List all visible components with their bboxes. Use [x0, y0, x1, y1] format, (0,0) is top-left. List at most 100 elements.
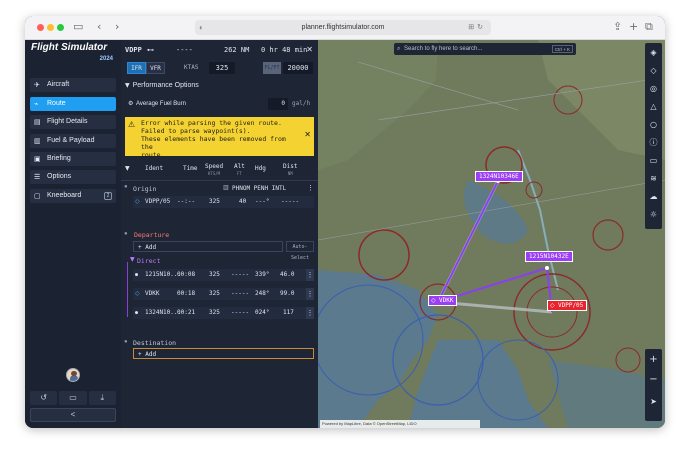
direct-row[interactable]: ◇ VDKK 00:18 325 ----- 248° 99.0 ⋮	[133, 288, 314, 300]
cell-alt: 40	[239, 198, 247, 205]
info-icon[interactable]: ⓘ	[647, 136, 660, 149]
origin-row[interactable]: ◇ VDPP/05 --:-- 325 40 ---° -----	[133, 196, 314, 208]
cell-dist: -----	[281, 198, 300, 205]
logo-text: Flight Simulator	[31, 42, 108, 53]
sidebar: Flight Simulator 2024 ✈ Aircraft ⌁ Route…	[25, 40, 121, 428]
chevron-down-icon[interactable]: ▼	[125, 165, 130, 172]
cell-hdg: ---°	[255, 198, 270, 205]
minimize-window-button[interactable]	[47, 24, 54, 31]
ktas-input[interactable]: 325	[209, 62, 235, 74]
cell-dist: 99.0	[280, 290, 295, 297]
search-shortcut: Ctrl + K	[551, 45, 573, 53]
vfr-toggle[interactable]: VFR	[146, 62, 165, 74]
airport-marker[interactable]: ◇ VDKK	[428, 295, 458, 306]
sidebar-item-kneeboard[interactable]: ▢ Kneeboard 2	[30, 189, 116, 203]
sidebar-item-label: Briefing	[47, 155, 71, 162]
download-icon[interactable]: ⤓	[88, 391, 116, 405]
dismiss-error-icon[interactable]: ✕	[304, 131, 311, 139]
translate-icon[interactable]: ⊞↻	[468, 20, 486, 35]
row-more-icon[interactable]: ⋮	[306, 269, 314, 281]
add-destination-button[interactable]: + Add	[133, 348, 314, 359]
zoom-out-icon[interactable]: −	[647, 373, 660, 386]
flight-rules-row: IFR VFR KTAS 325 FL/FT 20000	[121, 62, 318, 76]
waypoint-dot-icon: ●	[135, 272, 139, 278]
weather-icon[interactable]: ☁	[647, 190, 660, 203]
tabs-overview-icon[interactable]: ⧉	[645, 20, 653, 34]
sidebar-item-label: Flight Details	[47, 118, 88, 125]
altitude-unit-toggle[interactable]: FL/FT	[263, 62, 281, 74]
altitude-input[interactable]: 20000	[283, 62, 313, 74]
origin-marker[interactable]: ◇ VDPP/05	[547, 300, 588, 311]
search-icon: ⌕	[397, 45, 401, 52]
undo-icon[interactable]: ↺	[30, 391, 58, 405]
triangle-icon[interactable]: △	[647, 100, 660, 113]
sun-icon[interactable]: ☼	[647, 208, 660, 221]
sidebar-item-aircraft[interactable]: ✈ Aircraft	[30, 78, 116, 92]
close-window-button[interactable]	[37, 24, 44, 31]
chevron-down-icon[interactable]: ▼	[130, 256, 135, 263]
header-alt-unit: FT	[237, 171, 242, 176]
sidebar-item-flight-details[interactable]: ▤ Flight Details	[30, 115, 116, 129]
new-tab-icon[interactable]: +	[629, 20, 638, 34]
map-attribution[interactable]: Powered by MapLibre, Data © OpenStreetMa…	[320, 420, 480, 428]
performance-options-toggle[interactable]: ▼ Performance Options	[125, 81, 199, 91]
avatar[interactable]	[66, 368, 80, 382]
origin-label: Origin	[133, 185, 157, 193]
sidebar-toggle-icon[interactable]: ▭	[73, 20, 83, 34]
cell-time: --:--	[177, 198, 196, 205]
forward-icon[interactable]: ›	[115, 20, 119, 34]
waypoint-dot-icon: ●	[135, 310, 139, 316]
wind-icon[interactable]: ≋	[647, 172, 660, 185]
sidebar-item-route[interactable]: ⌁ Route	[30, 97, 116, 111]
map-toolbar: ◈ ◇ ◎ △ ○ ⓘ ▭ ≋ ☁ ☼	[645, 43, 662, 229]
cell-speed: 325	[209, 290, 220, 297]
maximize-window-button[interactable]	[57, 24, 64, 31]
performance-title: Performance Options	[132, 82, 199, 89]
header-speed-label: Speed	[205, 163, 224, 170]
airport-diamond-icon: ◇	[135, 198, 140, 205]
map-view[interactable]: 1324N10346E 1215N10432E ◇ VDKK ◇ VDPP/05…	[318, 40, 665, 428]
origin-airport-name: PHNOM PENH INTL	[232, 185, 287, 192]
zoom-in-icon[interactable]: +	[647, 353, 660, 366]
direct-row[interactable]: ● 1324N10... 00:21 325 ----- 024° 117 ⋮	[133, 307, 314, 319]
back-icon[interactable]: ‹	[97, 20, 101, 34]
layers-icon[interactable]: ◈	[647, 46, 660, 59]
add-departure-button[interactable]: + Add	[133, 241, 283, 252]
sidebar-item-briefing[interactable]: ▣ Briefing	[30, 152, 116, 166]
header-speed-unit: KTS/M	[208, 171, 221, 176]
cell-ident: 1215N10...	[145, 271, 182, 278]
address-bar[interactable]: ◐ planner.flightsimulator.com ⊞↻	[195, 20, 491, 35]
collapse-sidebar-button[interactable]: <	[30, 408, 116, 422]
origin-more-icon[interactable]: ⋮	[307, 184, 314, 192]
direct-row[interactable]: ● 1215N10... 00:08 325 ----- 339° 46.0 ⋮	[133, 269, 314, 281]
map-search-input[interactable]: ⌕ Search to fly here to search... Ctrl +…	[394, 43, 576, 55]
target-icon[interactable]: ◎	[647, 82, 660, 95]
auto-select-button[interactable]: Auto-Select	[286, 241, 314, 261]
destination-label: Destination	[133, 339, 177, 347]
briefing-icon: ▣	[34, 155, 41, 163]
row-more-icon[interactable]: ⋮	[306, 288, 314, 300]
departure-bullet-icon: ●	[124, 231, 128, 237]
cell-ident: VDKK	[145, 290, 160, 297]
compass-icon[interactable]: ➤	[647, 395, 660, 408]
sidebar-item-options[interactable]: ☰ Options	[30, 170, 116, 184]
cell-dist: 117	[283, 309, 294, 316]
cell-speed: 325	[209, 198, 220, 205]
share-icon[interactable]: ⇪	[613, 20, 622, 34]
sidebar-item-fuel-payload[interactable]: ▥ Fuel & Payload	[30, 134, 116, 148]
folder-icon[interactable]: ▭	[59, 391, 87, 405]
route-distance: 262 NM	[224, 46, 250, 54]
chevron-down-icon: ▼	[125, 82, 130, 89]
waypoint-label[interactable]: 1324N10346E	[475, 171, 523, 182]
close-icon[interactable]: ✕	[306, 40, 313, 60]
airport-label: VDKK	[439, 297, 454, 304]
circle-icon[interactable]: ○	[647, 118, 660, 131]
waypoint-label[interactable]: 1215N10432E	[525, 251, 573, 262]
ruler-icon[interactable]: ▭	[647, 154, 660, 167]
route-header: VDPP ⊷ ---- 262 NM 0 hr 48 min ✕	[121, 40, 318, 60]
ifr-toggle[interactable]: IFR	[127, 62, 146, 74]
row-more-icon[interactable]: ⋮	[306, 307, 314, 319]
fuel-burn-input[interactable]: 0	[268, 98, 288, 110]
center-icon[interactable]: ◇	[647, 64, 660, 77]
map-canvas[interactable]	[318, 40, 665, 428]
